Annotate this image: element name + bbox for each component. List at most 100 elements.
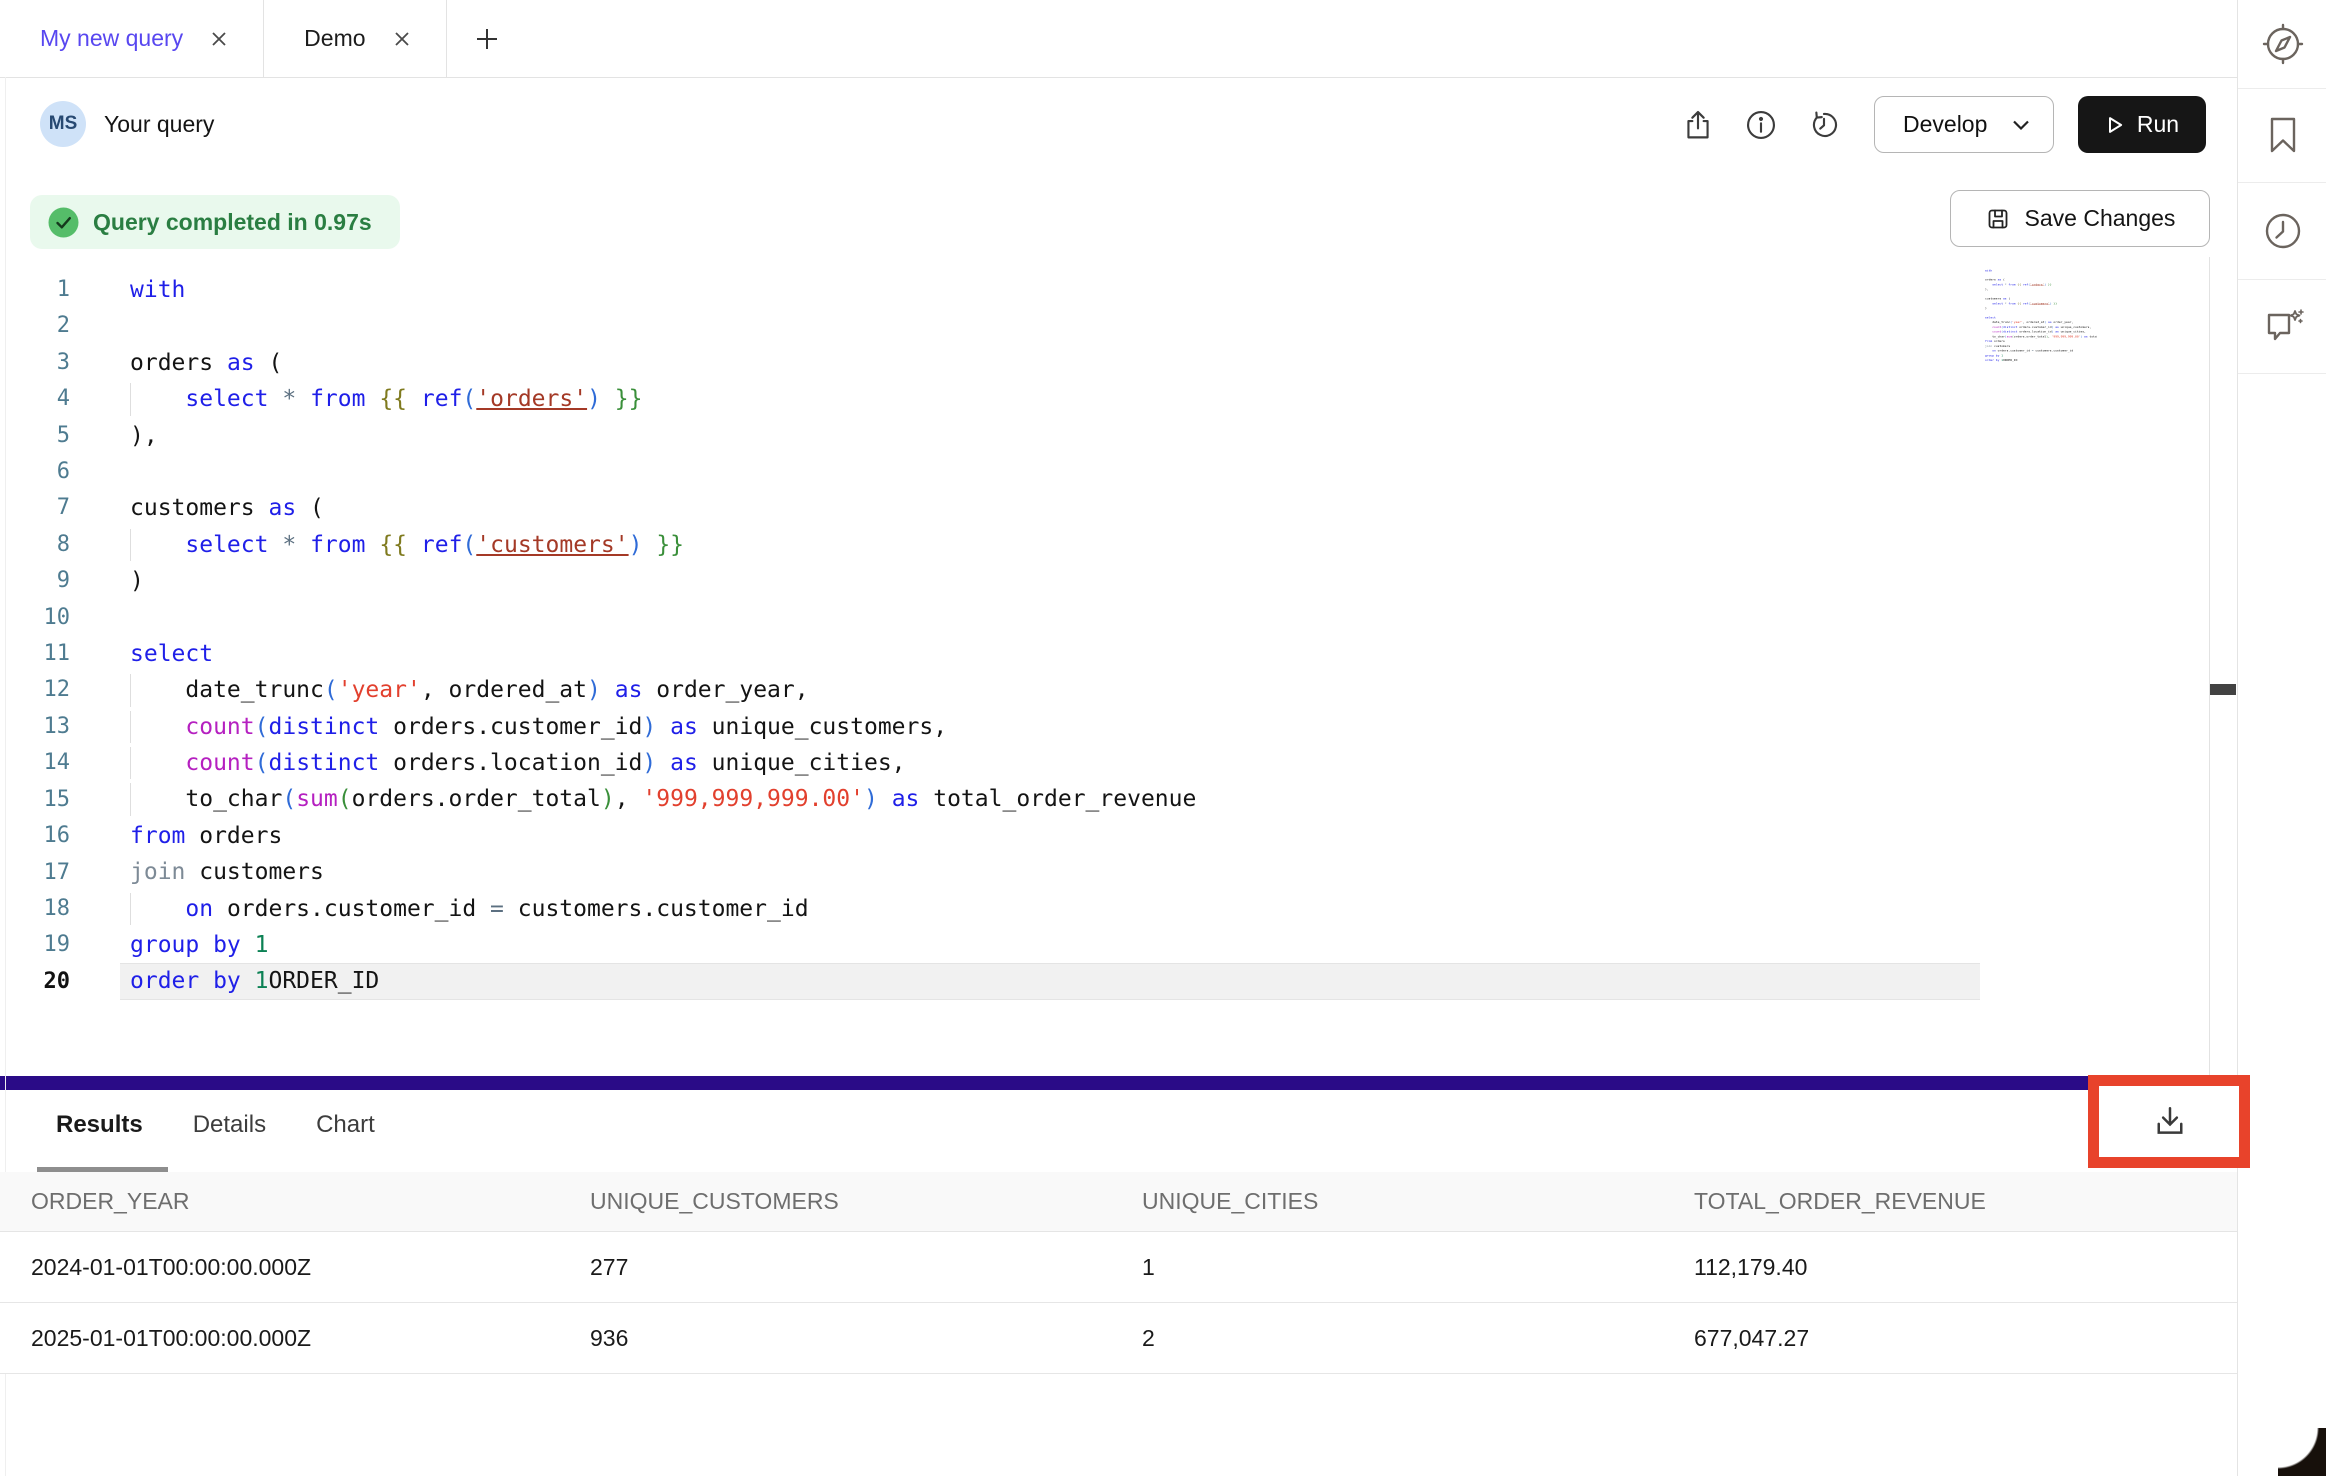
scrollbar-thumb[interactable] [2210, 684, 2236, 695]
table-cell: 277 [559, 1254, 1111, 1281]
code-line[interactable]: order by 1ORDER_ID [120, 963, 1980, 999]
close-icon[interactable] [392, 29, 412, 49]
app-window: My new query Demo MS Your query Develop [0, 0, 2326, 1476]
history-button[interactable] [1806, 107, 1842, 143]
line-number: 1 [0, 272, 70, 308]
table-row[interactable]: 2025-01-01T00:00:00.000Z9362677,047.27 [0, 1303, 2237, 1374]
sidebar-item-history[interactable] [2238, 182, 2326, 279]
avatar: MS [40, 101, 86, 147]
chevron-down-icon [2011, 118, 2031, 132]
line-number: 12 [0, 672, 70, 708]
play-icon [2105, 115, 2125, 135]
minimap-content: with orders as ( select * from {{ ref('o… [1985, 268, 2097, 363]
scrollbar-track [2209, 257, 2210, 1076]
code-line[interactable]: ) [120, 563, 1980, 599]
line-number: 10 [0, 600, 70, 636]
line-number: 3 [0, 345, 70, 381]
develop-button[interactable]: Develop [1874, 96, 2054, 153]
info-button[interactable] [1743, 107, 1779, 143]
code-line[interactable]: group by 1 [120, 927, 1980, 963]
save-icon [1985, 206, 2011, 232]
line-number: 14 [0, 745, 70, 781]
column-header[interactable]: UNIQUE_CUSTOMERS [559, 1188, 1111, 1215]
code-line[interactable]: on orders.customer_id = customers.custom… [120, 891, 1980, 927]
code-line[interactable] [120, 454, 1980, 490]
develop-label: Develop [1903, 111, 1987, 138]
table-cell: 677,047.27 [1663, 1325, 2237, 1352]
tab-demo[interactable]: Demo [264, 0, 446, 77]
table-cell: 2025-01-01T00:00:00.000Z [0, 1325, 559, 1352]
panel-divider-bar[interactable] [0, 1076, 2237, 1090]
code-line[interactable]: customers as ( [120, 490, 1980, 526]
code-line[interactable]: select * from {{ ref('customers') }} [120, 527, 1980, 563]
tab-label: Demo [304, 25, 365, 52]
line-number: 20 [0, 964, 70, 1000]
code-line[interactable]: select * from {{ ref('orders') }} [120, 381, 1980, 417]
column-header[interactable]: UNIQUE_CITIES [1111, 1188, 1663, 1215]
sidebar-item-explore[interactable] [2238, 0, 2326, 88]
code-line[interactable]: to_char(sum(orders.order_total), '999,99… [120, 781, 1980, 817]
line-number: 17 [0, 855, 70, 891]
sidebar-item-bookmarks[interactable] [2238, 88, 2326, 182]
results-tab-results[interactable]: Results [56, 1111, 143, 1139]
sidebar-item-ai-assistant[interactable] [2238, 279, 2326, 373]
results-tab-details[interactable]: Details [193, 1111, 266, 1139]
history-icon [1806, 107, 1842, 143]
code-line[interactable]: orders as ( [120, 345, 1980, 381]
close-icon[interactable] [209, 29, 229, 49]
column-header[interactable]: ORDER_YEAR [0, 1188, 559, 1215]
line-number: 5 [0, 418, 70, 454]
line-number: 4 [0, 381, 70, 417]
new-tab-button[interactable] [447, 0, 527, 77]
results-table: ORDER_YEARUNIQUE_CUSTOMERSUNIQUE_CITIEST… [0, 1172, 2237, 1374]
line-number: 18 [0, 891, 70, 927]
line-number: 11 [0, 636, 70, 672]
code-line[interactable]: join customers [120, 854, 1980, 890]
line-number: 6 [0, 454, 70, 490]
line-number: 2 [0, 308, 70, 344]
table-cell: 1 [1111, 1254, 1663, 1281]
code-line[interactable] [120, 308, 1980, 344]
code-editor[interactable]: with orders as ( select * from {{ ref('o… [120, 272, 1980, 1000]
sidebar-divider [2238, 373, 2326, 374]
line-number: 7 [0, 490, 70, 526]
table-row[interactable]: 2024-01-01T00:00:00.000Z2771112,179.40 [0, 1232, 2237, 1303]
clock-icon [2261, 209, 2305, 253]
code-line[interactable]: from orders [120, 818, 1980, 854]
results-tab-chart[interactable]: Chart [316, 1111, 375, 1139]
code-line[interactable]: select [120, 636, 1980, 672]
line-number: 9 [0, 563, 70, 599]
gutter: 1234567891011121314151617181920 [0, 272, 70, 1000]
download-icon [2150, 1102, 2190, 1142]
code-line[interactable]: ), [120, 418, 1980, 454]
run-label: Run [2137, 111, 2179, 138]
minimap[interactable]: with orders as ( select * from {{ ref('o… [1985, 268, 2097, 368]
column-header[interactable]: TOTAL_ORDER_REVENUE [1663, 1188, 2237, 1215]
tab-my-new-query[interactable]: My new query [0, 0, 264, 77]
chat-sparkles-icon [2260, 303, 2306, 349]
share-button[interactable] [1680, 107, 1716, 143]
compass-icon [2260, 21, 2306, 67]
save-label: Save Changes [2025, 205, 2176, 232]
code-line[interactable]: with [120, 272, 1980, 308]
code-line[interactable]: count(distinct orders.customer_id) as un… [120, 709, 1980, 745]
code-line[interactable]: date_trunc('year', ordered_at) as order_… [120, 672, 1980, 708]
code-line: order by 1ORDER_ID [1985, 358, 2097, 363]
tab-bar: My new query Demo [0, 0, 2237, 78]
code-line[interactable] [120, 600, 1980, 636]
screen-corner [2278, 1428, 2326, 1476]
code-line[interactable]: count(distinct orders.location_id) as un… [120, 745, 1980, 781]
run-button[interactable]: Run [2078, 96, 2206, 153]
tab-label: My new query [40, 25, 183, 52]
download-button[interactable] [2130, 1100, 2210, 1144]
table-cell: 2 [1111, 1325, 1663, 1352]
table-cell: 2024-01-01T00:00:00.000Z [0, 1254, 559, 1281]
line-number: 19 [0, 927, 70, 963]
line-number: 15 [0, 782, 70, 818]
table-cell: 936 [559, 1325, 1111, 1352]
status-badge: Query completed in 0.97s [30, 195, 400, 249]
results-tab-bar: Results Details Chart [0, 1100, 1256, 1150]
save-changes-button[interactable]: Save Changes [1950, 190, 2210, 247]
right-sidebar [2237, 0, 2326, 1476]
page-title: Your query [104, 111, 214, 138]
